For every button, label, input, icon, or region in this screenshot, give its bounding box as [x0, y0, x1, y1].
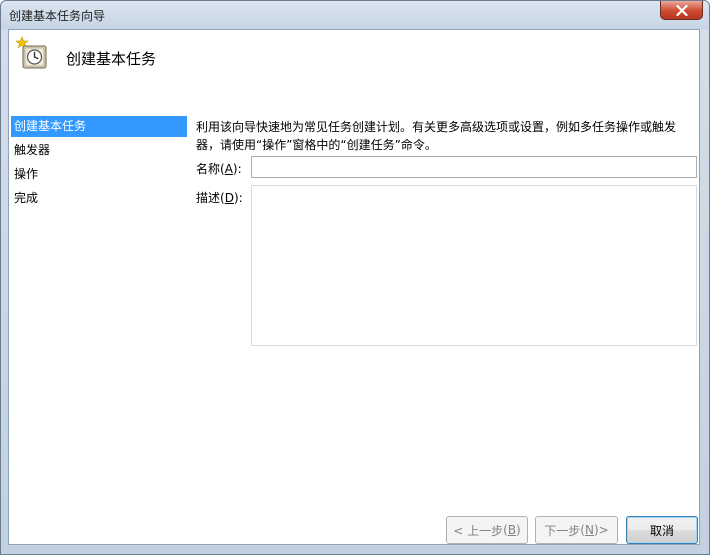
sidebar-item-finish[interactable]: 完成: [11, 188, 187, 209]
window-title: 创建基本任务向导: [9, 9, 106, 23]
page-title: 创建基本任务: [66, 50, 157, 68]
intro-line: 器，请使用“操作”窗格中的“创建任务”命令。: [196, 138, 437, 152]
title-bar[interactable]: 创建基本任务向导: [1, 1, 709, 29]
sidebar-item-action[interactable]: 操作: [11, 164, 187, 185]
intro-text: 利用该向导快速地为常见任务创建计划。有关更多高级选项或设置，例如多任务操作或触发…: [196, 118, 696, 154]
description-input[interactable]: [251, 185, 697, 346]
name-input[interactable]: [251, 156, 697, 178]
sidebar-item-create-basic-task[interactable]: 创建基本任务: [11, 116, 187, 137]
next-button[interactable]: 下一步(N) >: [535, 516, 618, 544]
clock-icon: [15, 36, 47, 69]
sidebar-item-label: 完成: [14, 191, 39, 205]
wizard-content: 创建基本任务 创建基本任务 触发器 操作 完成 利用该向导快速地为常见任务创建计…: [8, 29, 700, 545]
intro-line: 利用该向导快速地为常见任务创建计划。有关更多高级选项或设置，例如多任务操作或触发: [196, 120, 677, 134]
back-button[interactable]: < 上一步(B): [446, 516, 528, 544]
close-button[interactable]: [660, 1, 703, 20]
sidebar-item-label: 创建基本任务: [14, 119, 87, 133]
wizard-steps-sidebar: 创建基本任务 触发器 操作 完成: [11, 116, 187, 212]
description-label: 描述(D):: [196, 191, 243, 205]
sidebar-item-trigger[interactable]: 触发器: [11, 140, 187, 161]
cancel-button[interactable]: 取消: [626, 516, 698, 544]
wizard-window: 创建基本任务向导 创建基本任务 创建基本任务 触发器 操作 完成 利用该向导快速…: [0, 0, 710, 555]
close-icon: [675, 4, 688, 16]
sidebar-item-label: 触发器: [14, 143, 51, 157]
name-label: 名称(A):: [196, 162, 242, 176]
sidebar-item-label: 操作: [14, 167, 39, 181]
